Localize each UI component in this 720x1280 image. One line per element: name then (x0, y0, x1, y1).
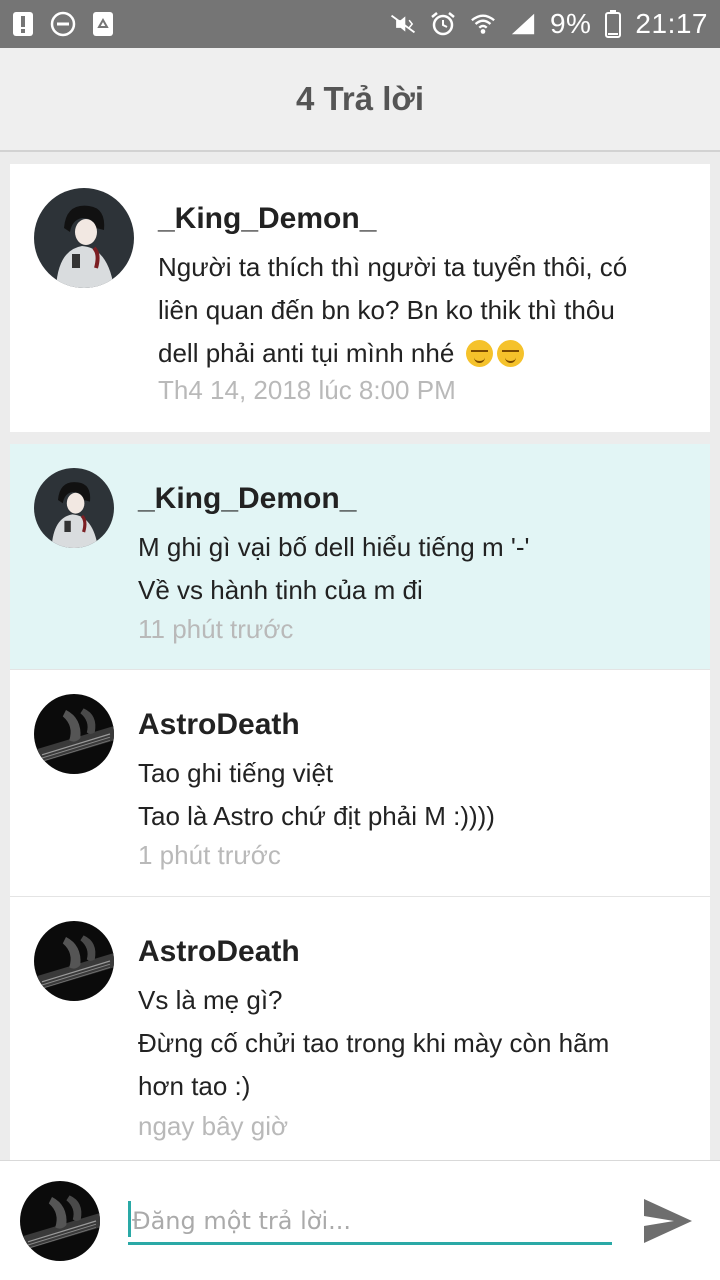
reply-author[interactable]: AstroDeath (138, 935, 300, 969)
smirk-emoji (496, 340, 524, 367)
reply-timestamp: 1 phút trước (138, 840, 281, 870)
reply-line: hơn tao :) (138, 1071, 251, 1101)
root-comment: _King_Demon_ Người ta thích thì người ta… (10, 164, 710, 432)
reply-item: AstroDeath Tao ghi tiếng việt Tao là Ast… (10, 670, 710, 897)
smirk-emoji (465, 340, 493, 367)
reply-line: Tao là Astro chứ địt phải M :)))) (138, 801, 495, 831)
status-bar-left (10, 11, 116, 37)
clock: 21:17 (635, 8, 708, 39)
reply-line: Đừng cố chửi tao trong khi mày còn hãm (138, 1028, 610, 1058)
mute-vibrate-icon (390, 11, 416, 37)
my-avatar (20, 1181, 100, 1261)
comment-author[interactable]: _King_Demon_ (158, 202, 376, 236)
do-not-disturb-icon (50, 11, 76, 37)
reply-text: Vs là mẹ gì? Đừng cố chửi tao trong khi … (138, 979, 698, 1108)
send-button[interactable] (640, 1193, 696, 1249)
status-bar: 9% 21:17 (0, 0, 720, 48)
recycle-icon (90, 11, 116, 37)
comment-line: Người ta thích thì người ta tuyển thôi, … (158, 252, 628, 282)
replies-list[interactable]: _King_Demon_ Người ta thích thì người ta… (0, 152, 720, 1160)
reply-item: _King_Demon_ M ghi gì vại bố dell hiểu t… (10, 444, 710, 670)
avatar[interactable] (34, 921, 114, 1001)
reply-timestamp: 11 phút trước (138, 614, 294, 644)
reply-input[interactable] (128, 1199, 612, 1245)
reply-text: Tao ghi tiếng việt Tao là Astro chứ địt … (138, 752, 698, 838)
alarm-icon (430, 11, 456, 37)
avatar[interactable] (34, 468, 114, 548)
reply-line: M ghi gì vại bố dell hiểu tiếng m '-' (138, 532, 530, 562)
battery-percent: 9% (549, 8, 592, 39)
reply-timestamp: ngay bây giờ (138, 1111, 289, 1141)
send-icon (644, 1199, 692, 1243)
app-header: 4 Trả lời (0, 48, 720, 152)
comment-line-text: dell phải anti tụi mình nhé (158, 338, 455, 368)
reply-line: Vs là mẹ gì? (138, 985, 283, 1015)
reply-item: AstroDeath Vs là mẹ gì? Đừng cố chửi tao… (10, 897, 710, 1160)
alert-icon (10, 11, 36, 37)
reply-author[interactable]: AstroDeath (138, 708, 300, 742)
comment-line: liên quan đến bn ko? Bn ko thik thì thôu (158, 295, 615, 325)
avatar[interactable] (34, 694, 114, 774)
wifi-icon (470, 11, 496, 37)
avatar[interactable] (34, 188, 134, 288)
reply-line: Tao ghi tiếng việt (138, 758, 334, 788)
status-bar-right: 9% 21:17 (390, 8, 708, 40)
reply-composer (0, 1160, 720, 1280)
comment-timestamp: Th4 14, 2018 lúc 8:00 PM (158, 375, 456, 405)
battery-icon (605, 10, 622, 38)
reply-text: M ghi gì vại bố dell hiểu tiếng m '-' Về… (138, 526, 698, 612)
signal-icon (510, 11, 536, 37)
comment-line: dell phải anti tụi mình nhé (158, 332, 698, 375)
reply-line: Về vs hành tinh của m đi (138, 575, 423, 605)
text-cursor (128, 1201, 131, 1237)
page-title: 4 Trả lời (295, 80, 425, 117)
reply-author[interactable]: _King_Demon_ (138, 482, 356, 516)
comment-text: Người ta thích thì người ta tuyển thôi, … (158, 246, 698, 375)
